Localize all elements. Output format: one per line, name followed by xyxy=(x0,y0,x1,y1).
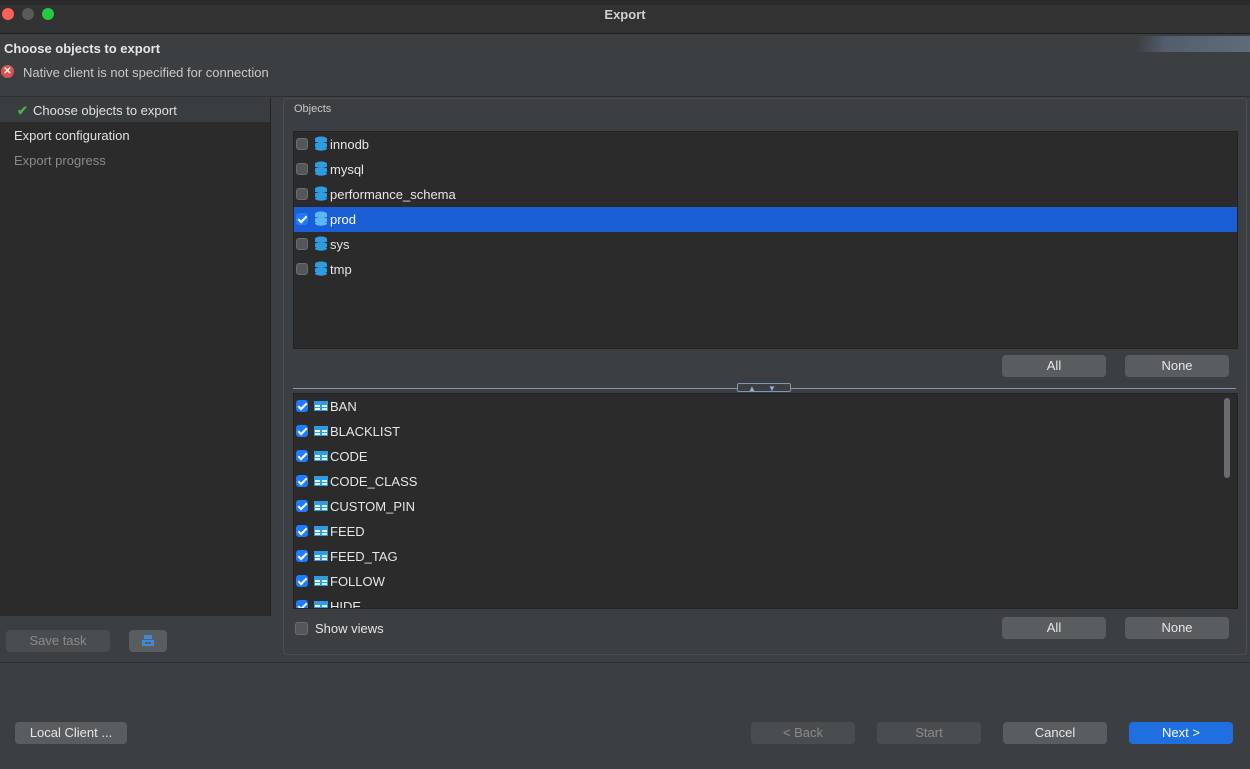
table-row[interactable]: HIDE xyxy=(294,594,1237,609)
table-row[interactable]: CUSTOM_PIN xyxy=(294,494,1237,519)
table-icon xyxy=(314,526,328,536)
table-icon xyxy=(314,501,328,511)
schema-row[interactable]: sys xyxy=(294,232,1237,257)
page-title: Choose objects to export xyxy=(4,41,161,56)
table-label: HIDE xyxy=(330,599,362,609)
schema-row[interactable]: performance_schema xyxy=(294,182,1237,207)
scrollbar-thumb[interactable] xyxy=(1224,398,1230,478)
nav-item-choose-objects[interactable]: Choose objects to export xyxy=(33,103,177,118)
schema-row[interactable]: tmp xyxy=(294,257,1237,282)
save-task-button[interactable]: Save task xyxy=(6,630,110,652)
footer xyxy=(0,662,1250,769)
table-row[interactable]: FOLLOW xyxy=(294,569,1237,594)
table-icon xyxy=(314,601,328,608)
local-client-button[interactable]: Local Client ... xyxy=(15,722,127,744)
database-icon xyxy=(315,186,327,201)
database-icon xyxy=(315,261,327,276)
cancel-button[interactable]: Cancel xyxy=(1003,722,1107,744)
table-row[interactable]: BLACKLIST xyxy=(294,419,1237,444)
next-button[interactable]: Next > xyxy=(1129,722,1233,744)
table-label: FEED xyxy=(330,524,365,539)
task-button[interactable] xyxy=(129,630,167,652)
database-icon xyxy=(315,161,327,176)
table-label: CUSTOM_PIN xyxy=(330,499,415,514)
table-checkbox[interactable] xyxy=(296,600,308,608)
wizard-steps-nav xyxy=(0,98,271,616)
schema-checkbox[interactable] xyxy=(296,213,308,225)
table-icon xyxy=(314,576,328,586)
header-decoration xyxy=(1110,36,1250,52)
table-icon xyxy=(314,551,328,561)
table-list: BAN BLACKLIST CODE CODE_CLASS CUSTOM_PIN… xyxy=(293,393,1238,609)
table-label: FEED_TAG xyxy=(330,549,398,564)
nav-item-export-configuration[interactable]: Export configuration xyxy=(14,128,130,143)
table-row[interactable]: BAN xyxy=(294,394,1237,419)
schema-label: sys xyxy=(330,237,350,252)
back-button[interactable]: < Back xyxy=(751,722,855,744)
schema-row-selected[interactable]: prod xyxy=(294,207,1237,232)
schema-checkbox[interactable] xyxy=(296,263,308,275)
schema-label: prod xyxy=(330,212,357,227)
table-icon xyxy=(314,451,328,461)
schema-label: tmp xyxy=(330,262,352,277)
table-checkbox[interactable] xyxy=(296,550,308,562)
checkmark-icon: ✔ xyxy=(17,103,28,118)
table-label: CODE xyxy=(330,449,368,464)
nav-item-export-progress: Export progress xyxy=(14,153,106,168)
table-checkbox[interactable] xyxy=(296,425,308,437)
select-all-tables-button[interactable]: All xyxy=(1002,617,1106,639)
table-checkbox[interactable] xyxy=(296,450,308,462)
table-row[interactable]: CODE_CLASS xyxy=(294,469,1237,494)
table-label: BLACKLIST xyxy=(330,424,401,439)
table-icon xyxy=(314,426,328,436)
schema-label: innodb xyxy=(330,137,370,152)
schema-checkbox[interactable] xyxy=(296,163,308,175)
table-icon xyxy=(314,401,328,411)
table-label: BAN xyxy=(330,399,357,414)
schema-checkbox[interactable] xyxy=(296,188,308,200)
table-checkbox[interactable] xyxy=(296,475,308,487)
chevron-up-icon: ▲ xyxy=(748,384,756,393)
table-row[interactable]: CODE xyxy=(294,444,1237,469)
schema-label: mysql xyxy=(330,162,364,177)
table-checkbox[interactable] xyxy=(296,575,308,587)
schema-list: innodb mysql performance_schema prod sys… xyxy=(293,131,1238,349)
schema-row[interactable]: mysql xyxy=(294,157,1237,182)
table-label: CODE_CLASS xyxy=(330,474,418,489)
window-title: Export xyxy=(604,7,646,22)
schema-checkbox[interactable] xyxy=(296,138,308,150)
database-icon xyxy=(315,136,327,151)
schema-label: performance_schema xyxy=(330,187,456,202)
table-checkbox[interactable] xyxy=(296,400,308,412)
table-icon xyxy=(314,476,328,486)
objects-group-label: Objects xyxy=(294,103,332,115)
task-icon xyxy=(142,635,154,646)
database-icon xyxy=(315,236,327,251)
splitter-handle[interactable]: ▲ ▼ xyxy=(737,383,791,393)
select-none-tables-button[interactable]: None xyxy=(1125,617,1229,639)
table-row[interactable]: FEED_TAG xyxy=(294,544,1237,569)
database-icon xyxy=(315,211,327,226)
select-none-schemas-button[interactable]: None xyxy=(1125,355,1229,377)
table-checkbox[interactable] xyxy=(296,500,308,512)
schema-checkbox[interactable] xyxy=(296,238,308,250)
schema-row[interactable]: innodb xyxy=(294,132,1237,157)
error-message: Native client is not specified for conne… xyxy=(23,65,269,80)
chevron-down-icon: ▼ xyxy=(768,384,776,393)
table-checkbox[interactable] xyxy=(296,525,308,537)
error-icon: ✕ xyxy=(1,65,14,78)
table-row[interactable]: FEED xyxy=(294,519,1237,544)
select-all-schemas-button[interactable]: All xyxy=(1002,355,1106,377)
table-label: FOLLOW xyxy=(330,574,385,589)
show-views-label: Show views xyxy=(315,621,384,636)
show-views-checkbox[interactable] xyxy=(295,622,308,635)
start-button[interactable]: Start xyxy=(877,722,981,744)
